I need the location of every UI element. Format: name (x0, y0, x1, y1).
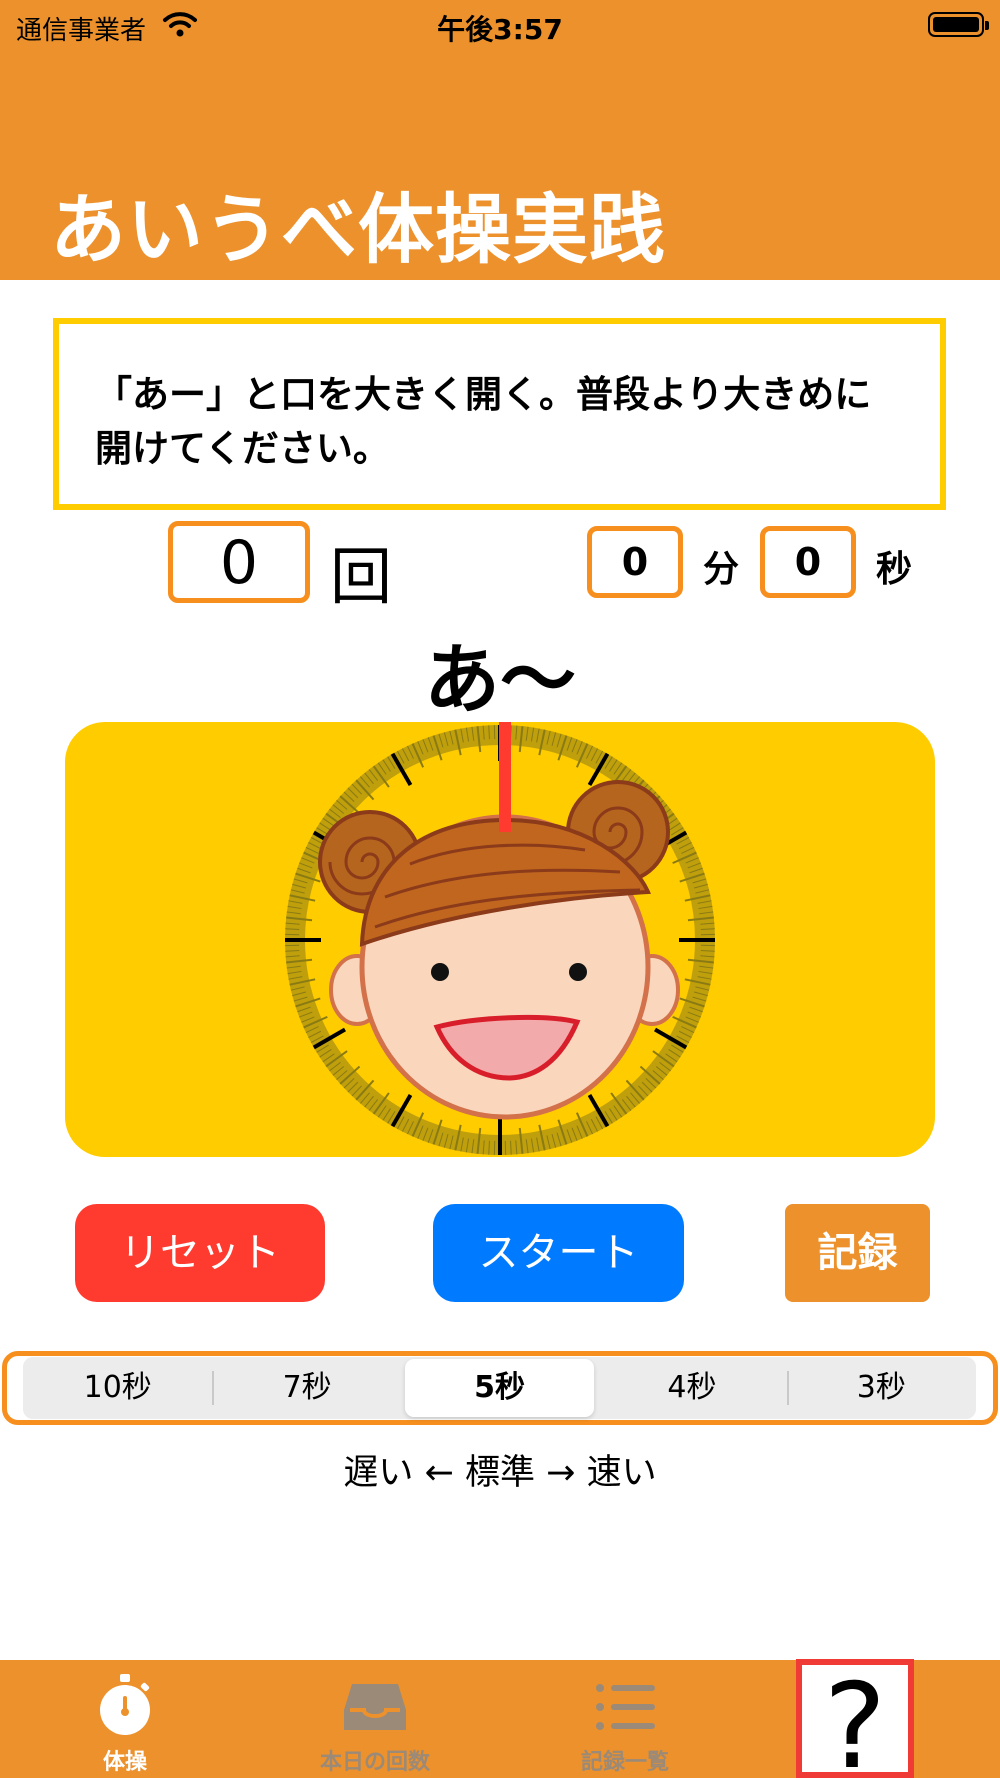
list-icon (596, 1684, 655, 1730)
record-button[interactable]: 記録 (785, 1204, 930, 1302)
tab-record-list[interactable]: 記録一覧 (500, 1660, 750, 1778)
tab-label-today-count: 本日の回数 (319, 1750, 430, 1775)
instruction-box: 「あー」と口を大きく開く。普段より大きめに開けてください。 (53, 318, 946, 510)
elapsed-seconds: 0 (760, 526, 856, 598)
girl-face-illustration (318, 780, 680, 1120)
speed-option-1[interactable]: 10秒 (23, 1357, 212, 1419)
tab-exercise[interactable]: 体操 (0, 1660, 250, 1778)
start-button[interactable]: スタート (433, 1204, 684, 1302)
help-icon: ? (823, 1657, 887, 1778)
tray-icon (344, 1684, 406, 1730)
speed-option-4[interactable]: 4秒 (597, 1357, 786, 1419)
seconds-unit: 秒 (876, 549, 913, 590)
minutes-unit: 分 (703, 549, 740, 590)
speed-segmented-control: 10秒 7秒 5秒 4秒 3秒 (23, 1357, 976, 1419)
speed-legend: 遅い ← 標準 → 速い (343, 1453, 657, 1493)
speed-option-5[interactable]: 3秒 (786, 1357, 976, 1419)
instruction-text: 「あー」と口を大きく開く。普段より大きめに開けてください。 (95, 373, 872, 470)
status-time: 午後3:57 (437, 13, 563, 46)
speed-option-3[interactable]: 5秒 (404, 1359, 595, 1417)
tab-today-count[interactable]: 本日の回数 (250, 1660, 500, 1778)
clock-dial (285, 722, 715, 1155)
app-header: 通信事業者 午後3:57 あいうべ体操実践 (0, 0, 1000, 280)
speed-option-2[interactable]: 7秒 (212, 1357, 401, 1419)
voice-prompt: あ〜 (424, 635, 576, 724)
repetition-unit: 回 (330, 540, 393, 613)
clock-panel (65, 722, 935, 1157)
tab-label-exercise: 体操 (102, 1750, 147, 1775)
reset-button[interactable]: リセット (75, 1204, 325, 1302)
page-title: あいうべ体操実践 (50, 185, 666, 274)
elapsed-minutes: 0 (587, 526, 683, 598)
battery-icon (928, 12, 989, 37)
tab-label-record-list: 記録一覧 (580, 1750, 669, 1775)
repetition-count: 0 (168, 521, 310, 603)
tab-help[interactable]: ? (796, 1657, 914, 1778)
clock-needle (499, 722, 511, 832)
stopwatch-icon (100, 1674, 150, 1735)
